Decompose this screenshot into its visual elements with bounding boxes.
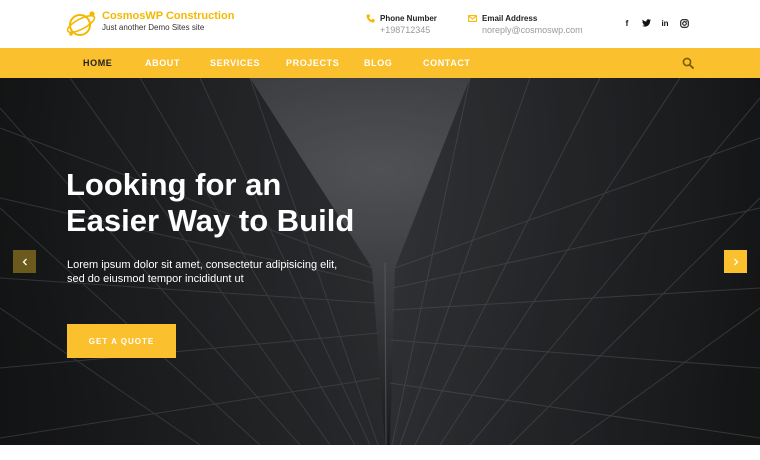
- twitter-icon[interactable]: [641, 18, 651, 28]
- nav-projects[interactable]: PROJECTS: [286, 48, 339, 78]
- phone-label: Phone Number: [380, 14, 437, 23]
- hero-heading-line1: Looking for an: [66, 167, 282, 202]
- nav-home[interactable]: HOME: [83, 48, 112, 78]
- site-title[interactable]: CosmosWP Construction: [102, 10, 234, 22]
- facebook-glyph: f: [625, 18, 629, 28]
- search-icon[interactable]: [682, 57, 694, 69]
- hero-description: Lorem ipsum dolor sit amet, consectetur …: [67, 258, 367, 286]
- phone-number[interactable]: +198712345: [380, 24, 430, 36]
- nav-services[interactable]: SERVICES: [210, 48, 260, 78]
- envelope-icon: [468, 15, 477, 22]
- site-header: CosmosWP Construction Just another Demo …: [0, 0, 760, 48]
- nav-about[interactable]: ABOUT: [145, 48, 180, 78]
- linkedin-glyph: in: [661, 18, 669, 28]
- get-a-quote-button[interactable]: GET A QUOTE: [67, 324, 176, 358]
- page-bottom-strip: [0, 445, 760, 460]
- phone-icon: [366, 14, 375, 23]
- logo-icon[interactable]: [66, 9, 98, 39]
- email-label: Email Address: [482, 14, 538, 23]
- email-address[interactable]: noreply@cosmoswp.com: [482, 24, 583, 36]
- nav-contact[interactable]: CONTACT: [423, 48, 471, 78]
- hero-description-line2: sed do eiusmod tempor incididunt ut: [67, 273, 244, 285]
- slider-next-button[interactable]: [724, 250, 747, 273]
- chevron-right-icon: [733, 258, 738, 265]
- main-nav: HOME ABOUT SERVICES PROJECTS BLOG CONTAC…: [0, 48, 760, 78]
- instagram-icon[interactable]: [679, 18, 689, 28]
- nav-blog[interactable]: BLOG: [364, 48, 392, 78]
- facebook-icon[interactable]: f: [622, 18, 632, 28]
- hero-slider: Looking for an Easier Way to Build Lorem…: [0, 78, 760, 445]
- chevron-left-icon: [22, 258, 27, 265]
- hero-description-line1: Lorem ipsum dolor sit amet, consectetur …: [67, 259, 338, 271]
- brand[interactable]: CosmosWP Construction Just another Demo …: [102, 10, 234, 33]
- hero-heading-line2: Easier Way to Build: [66, 203, 355, 238]
- hero-heading: Looking for an Easier Way to Build: [66, 167, 486, 239]
- site-tagline: Just another Demo Sites site: [102, 23, 205, 32]
- linkedin-icon[interactable]: in: [660, 18, 670, 28]
- slider-prev-button[interactable]: [13, 250, 36, 273]
